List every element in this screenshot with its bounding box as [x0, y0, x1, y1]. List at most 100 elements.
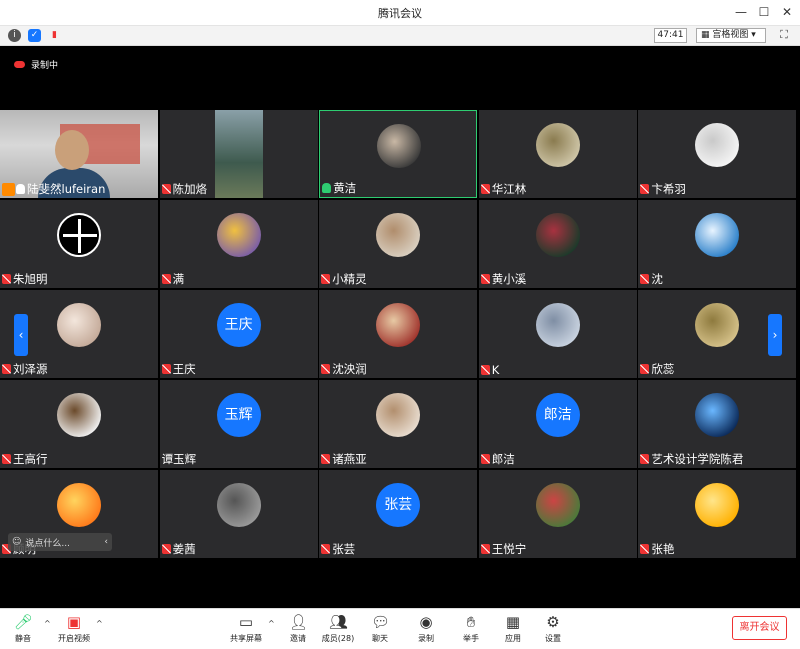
- signal-icon[interactable]: ▮: [48, 29, 61, 42]
- mic-icon: 🎤︎: [14, 613, 34, 631]
- leave-meeting-button[interactable]: 离开会议: [732, 616, 787, 640]
- close-icon[interactable]: ✕: [778, 3, 796, 21]
- participant-tile[interactable]: 王高行: [0, 380, 158, 468]
- participant-name: 王悦宁: [480, 541, 526, 557]
- maximize-icon[interactable]: ☐: [755, 3, 773, 21]
- avatar: [57, 483, 101, 527]
- share-options-icon[interactable]: ^: [268, 619, 275, 628]
- view-mode-select[interactable]: ▦ 宫格视图 ▾: [696, 28, 766, 43]
- mic-muted-icon: [640, 274, 650, 284]
- participant-name: 黄小溪: [480, 271, 526, 287]
- participant-tile[interactable]: 张艳: [638, 470, 797, 558]
- fullscreen-icon[interactable]: ⛶: [777, 28, 791, 42]
- title-bar: 腾讯会议 — ☐ ✕: [0, 0, 800, 26]
- participant-tile[interactable]: 诸燕亚: [319, 380, 478, 468]
- avatar: [695, 393, 740, 437]
- participant-tile[interactable]: K: [478, 290, 637, 378]
- meeting-toolbar: i ✓ ▮ 47:41 ▦ 宫格视图 ▾ ⛶: [0, 26, 800, 46]
- collapse-icon[interactable]: ‹: [104, 537, 112, 547]
- avatar: [535, 483, 580, 527]
- avatar: [376, 303, 421, 347]
- participant-tile[interactable]: 郎洁 郎洁: [478, 380, 637, 468]
- participant-tile[interactable]: 姜茜: [159, 470, 318, 558]
- mic-muted-icon: [480, 365, 490, 375]
- participant-tile[interactable]: 沈泱润: [319, 290, 478, 378]
- participant-tile[interactable]: 张芸 张芸: [319, 470, 478, 558]
- gear-icon: ⚙: [546, 613, 560, 631]
- video-options-icon[interactable]: ^: [96, 619, 103, 628]
- participant-tile[interactable]: 沈: [638, 200, 797, 288]
- mic-muted-icon: [321, 274, 331, 284]
- participant-tile[interactable]: 朱旭明: [0, 200, 158, 288]
- add-user-icon: 👤︎: [289, 613, 309, 631]
- participant-tile[interactable]: 玉辉 谭玉辉: [159, 380, 318, 468]
- participant-tile[interactable]: 王悦宁: [478, 470, 637, 558]
- participant-name: 王庆: [161, 361, 196, 377]
- chat-input-bar[interactable]: ☺ 说点什么... ‹: [8, 533, 112, 551]
- info-icon[interactable]: i: [8, 29, 21, 42]
- mic-muted-icon: [640, 544, 650, 554]
- share-screen-icon: ▭: [238, 613, 254, 631]
- audio-options-icon[interactable]: ^: [44, 619, 51, 628]
- minimize-icon[interactable]: —: [732, 3, 750, 21]
- mic-muted-icon: [480, 184, 490, 194]
- avatar: [57, 393, 101, 437]
- hand-icon: ✋︎: [466, 613, 476, 631]
- chat-icon: 💬︎: [371, 613, 391, 631]
- video-button[interactable]: ▣ 开启视频: [56, 613, 92, 644]
- avatar: [57, 213, 101, 257]
- mute-button[interactable]: 🎤︎ 静音: [5, 613, 41, 644]
- participant-name: 华江林: [480, 181, 526, 197]
- participant-name: 欣蕊: [640, 361, 674, 377]
- participant-tile[interactable]: 黄小溪: [478, 200, 637, 288]
- avatar: [216, 483, 261, 527]
- avatar: [695, 303, 740, 347]
- next-page-button[interactable]: ›: [768, 314, 782, 356]
- participant-tile[interactable]: 陈加烙: [159, 110, 318, 198]
- emoji-icon[interactable]: ☺: [12, 537, 21, 547]
- chat-button[interactable]: 💬︎ 聊天: [362, 613, 398, 644]
- participant-tile[interactable]: 艺术设计学院陈君: [638, 380, 797, 468]
- mic-icon: [16, 184, 25, 194]
- participant-name: 陈加烙: [161, 181, 207, 197]
- mic-muted-icon: [161, 544, 171, 554]
- participant-name: 艺术设计学院陈君: [640, 451, 743, 467]
- participant-tile[interactable]: 黄洁: [319, 110, 478, 198]
- avatar: 张芸: [376, 483, 421, 527]
- mic-muted-icon: [321, 364, 331, 374]
- mic-muted-icon: [2, 274, 11, 284]
- participant-tile[interactable]: 满: [159, 200, 318, 288]
- invite-button[interactable]: 👤︎ 邀请: [280, 613, 316, 644]
- participant-name: 满: [161, 271, 184, 287]
- mic-muted-icon: [321, 544, 331, 554]
- participant-tile[interactable]: 王庆 王庆: [159, 290, 318, 378]
- settings-button[interactable]: ⚙ 设置: [535, 613, 571, 644]
- prev-page-button[interactable]: ‹: [14, 314, 28, 356]
- mic-muted-icon: [2, 364, 11, 374]
- share-screen-button[interactable]: ▭ 共享屏幕: [228, 613, 264, 644]
- avatar: [216, 213, 261, 257]
- avatar: 郎洁: [535, 393, 580, 437]
- participant-name: 诸燕亚: [321, 451, 367, 467]
- participant-tile[interactable]: 陆斐然lufeiran: [0, 110, 158, 198]
- raise-hand-button[interactable]: ✋︎ 举手: [453, 613, 489, 644]
- camera-off-icon: ▣: [66, 613, 82, 631]
- participant-tile[interactable]: 卞希羽: [638, 110, 797, 198]
- apps-button[interactable]: ▦ 应用: [495, 613, 531, 644]
- avatar: [57, 303, 101, 347]
- bottom-control-bar: 🎤︎ 静音 ^ ▣ 开启视频 ^ ▭ 共享屏幕 ^ 👤︎ 邀请 👥︎ 成员(28) 💬︎ 聊…: [0, 608, 800, 649]
- members-button[interactable]: 👥︎ 成员(28): [320, 613, 356, 644]
- shield-icon[interactable]: ✓: [28, 29, 41, 42]
- participant-name: 刘泽源: [2, 361, 48, 377]
- participant-name: 黄洁: [322, 180, 356, 196]
- participant-tile[interactable]: 华江林: [478, 110, 637, 198]
- participant-name: 朱旭明: [2, 271, 48, 287]
- record-button[interactable]: ◉ 录制: [408, 613, 444, 644]
- participant-tile[interactable]: 小精灵: [319, 200, 478, 288]
- mic-muted-icon: [640, 454, 650, 464]
- avatar: 王庆: [216, 303, 261, 347]
- participant-name: 小精灵: [321, 271, 367, 287]
- chat-input[interactable]: 说点什么...: [25, 536, 70, 549]
- avatar: [535, 213, 580, 257]
- participant-name: 王高行: [2, 451, 48, 467]
